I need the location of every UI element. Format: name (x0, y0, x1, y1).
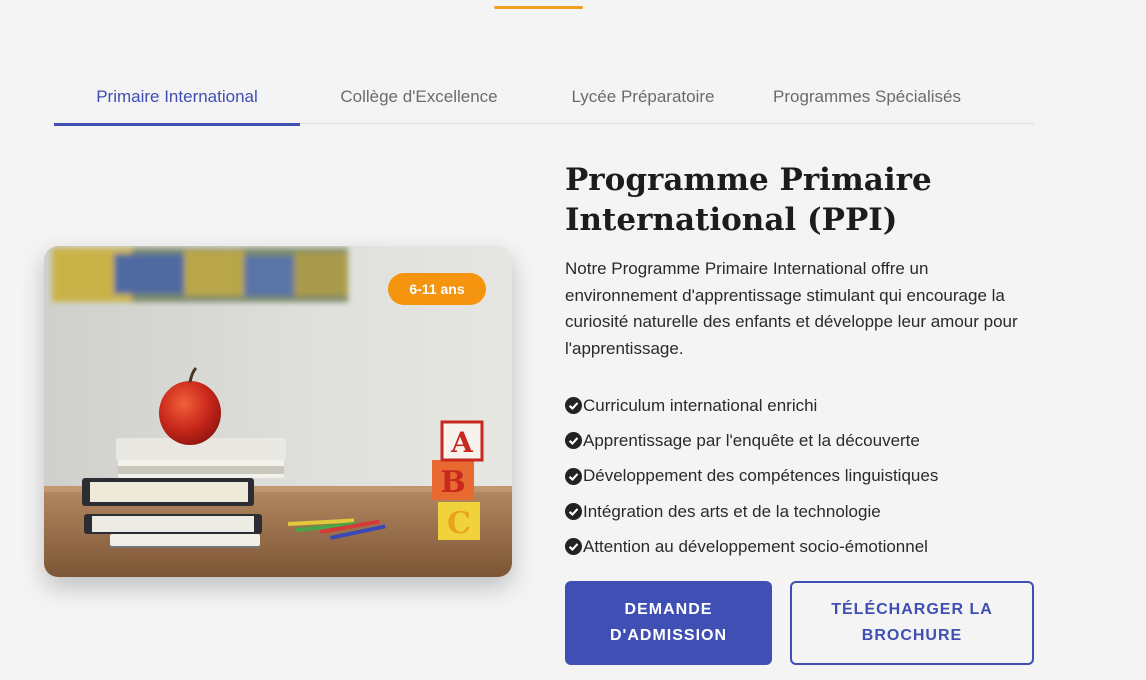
check-circle-icon (565, 538, 582, 556)
download-brochure-button[interactable]: Télécharger la brochure (790, 581, 1034, 665)
svg-text:A: A (450, 426, 474, 459)
tab-programmes-specialises[interactable]: Programmes Spécialisés (748, 70, 986, 124)
tab-lycee-preparatoire[interactable]: Lycée Préparatoire (538, 70, 748, 124)
feature-label: Intégration des arts et de la technologi… (583, 501, 881, 521)
feature-label: Développement des compétences linguistiq… (583, 466, 939, 486)
feature-item: Attention au développement socio-émotion… (565, 529, 1035, 564)
check-circle-icon (565, 397, 582, 415)
top-accent-bar (494, 6, 583, 9)
age-badge: 6-11 ans (388, 273, 486, 305)
feature-label: Curriculum international enrichi (583, 395, 818, 415)
check-circle-icon (565, 432, 582, 450)
tab-primaire-international[interactable]: Primaire International (54, 70, 300, 126)
admission-request-button[interactable]: Demande d'admission (565, 581, 772, 665)
check-circle-icon (565, 467, 582, 485)
feature-list: Curriculum international enrichi Apprent… (565, 388, 1035, 564)
feature-item: Apprentissage par l'enquête et la découv… (565, 423, 1035, 458)
tab-college-excellence[interactable]: Collège d'Excellence (300, 70, 538, 124)
feature-item: Intégration des arts et de la technologi… (565, 494, 1035, 529)
feature-item: Développement des compétences linguistiq… (565, 459, 1035, 494)
program-description: Notre Programme Primaire International o… (565, 259, 1018, 358)
feature-item: Curriculum international enrichi (565, 388, 1035, 423)
svg-text:B: B (440, 465, 465, 500)
program-tabs: Primaire International Collège d'Excelle… (54, 70, 1034, 126)
svg-text:C: C (447, 506, 471, 541)
feature-label: Apprentissage par l'enquête et la découv… (583, 430, 920, 450)
feature-label: Attention au développement socio-émotion… (583, 536, 928, 556)
check-circle-icon (565, 503, 582, 521)
program-title: Programme Primaire International (PPI) (565, 162, 932, 238)
